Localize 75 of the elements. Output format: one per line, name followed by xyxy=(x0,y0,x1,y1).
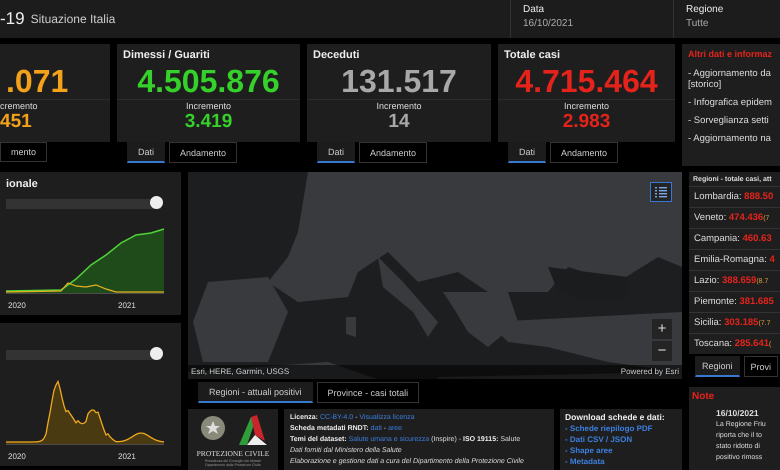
card-title: Dimessi / Guariti xyxy=(123,48,211,63)
dashboard-subtitle: Situazione Italia xyxy=(30,11,116,28)
dashboard-title: -19 xyxy=(0,8,25,30)
axis-label: 2020 xyxy=(8,300,26,312)
region-name: Veneto: xyxy=(694,212,728,223)
tab[interactable]: mento xyxy=(0,142,48,162)
region-name: Toscana: xyxy=(694,338,734,349)
stat-value: 4.715.464 xyxy=(514,64,659,98)
zoom-out-button[interactable]: − xyxy=(652,341,672,361)
info-link[interactable]: - Sorveglianza setti xyxy=(688,114,774,126)
region-name: Sicilia: xyxy=(694,317,722,328)
increment-value: 3.419 xyxy=(184,112,234,132)
increment-label: Incremento xyxy=(375,100,423,112)
region-value: 4 xyxy=(770,254,775,265)
tab[interactable]: Regioni xyxy=(695,356,740,377)
region-name: Piemonte: xyxy=(694,296,738,307)
info-link[interactable]: - Aggiornamento na xyxy=(688,132,774,144)
note-title: Note xyxy=(692,391,716,402)
info-link[interactable]: - Infografica epidem xyxy=(688,96,774,108)
card-title: Deceduti xyxy=(313,48,360,63)
region-value: 381.685 xyxy=(739,296,774,307)
increment-value: 14 xyxy=(387,112,411,132)
region-value: 460.63 xyxy=(742,233,772,244)
filter-label: Data xyxy=(523,3,546,17)
download-title: Download schede e dati: xyxy=(565,412,666,423)
download-link[interactable]: - Metadata xyxy=(565,456,677,467)
list-icon xyxy=(655,186,667,198)
powered-by-text: Powered by Esri xyxy=(620,366,679,378)
region-name: Lazio: xyxy=(694,275,720,286)
tab[interactable]: Provi xyxy=(744,356,778,377)
axis-label: 2021 xyxy=(118,300,136,312)
region-value: 285.641 xyxy=(734,338,770,349)
stat-value: 131.517 xyxy=(340,64,458,98)
region-value: 388.659 xyxy=(722,275,756,286)
region-name: Campania: xyxy=(694,233,741,244)
increment-value: 451 xyxy=(0,112,33,132)
stat-value: .071 xyxy=(6,64,70,98)
region-name: Emilia-Romagna: xyxy=(694,254,768,265)
tab[interactable]: Dati xyxy=(508,142,546,163)
download-link[interactable]: - Dati CSV / JSON xyxy=(565,434,677,445)
slider-thumb[interactable] xyxy=(150,196,164,208)
filter-label: Regione xyxy=(686,3,724,17)
increment-label: Incremento xyxy=(184,100,232,112)
tab[interactable]: Regioni - attuali positivi xyxy=(198,382,313,403)
time-slider[interactable] xyxy=(6,198,161,208)
filter-value[interactable]: Tutte xyxy=(686,17,768,31)
note-date: 16/10/2021 xyxy=(716,408,760,419)
download-link[interactable]: - Schede riepilogo PDF xyxy=(565,423,677,434)
panel-title: Altri dati e informaz xyxy=(688,48,774,61)
slider-thumb[interactable] xyxy=(150,346,164,360)
tab[interactable]: Andamento xyxy=(359,142,428,163)
increment-label: Incremento xyxy=(562,100,610,112)
download-link[interactable]: - Shape aree xyxy=(565,445,677,456)
increment-value: 2.983 xyxy=(562,112,612,132)
time-slider[interactable] xyxy=(6,350,161,360)
chart-title: ionale xyxy=(6,177,39,192)
tab[interactable]: Dati xyxy=(127,142,166,163)
stat-value: 4.505.876 xyxy=(136,64,281,98)
axis-label: 2020 xyxy=(8,451,26,463)
card-title: Totale casi xyxy=(504,48,562,63)
region-value: 303.185 xyxy=(724,317,758,328)
tab[interactable]: Province - casi totali xyxy=(316,382,420,403)
map-attribution: Esri, HERE, Garmin, USGS xyxy=(191,366,290,378)
axis-label: 2021 xyxy=(118,451,136,463)
region-value: 474.436 xyxy=(728,212,764,223)
region-value: 888.50 xyxy=(744,191,774,202)
zoom-in-button[interactable]: + xyxy=(652,319,672,339)
region-name: Lombardia: xyxy=(694,191,743,202)
info-link[interactable]: - Aggiornamento da [storico] xyxy=(688,68,774,90)
tab[interactable]: Andamento xyxy=(550,142,618,163)
tab[interactable]: Dati xyxy=(317,142,356,163)
tab[interactable]: Andamento xyxy=(169,142,238,163)
filter-value[interactable]: 16/10/2021 xyxy=(523,17,661,31)
legend-button[interactable] xyxy=(650,182,672,202)
increment-label: cremento xyxy=(0,100,39,112)
